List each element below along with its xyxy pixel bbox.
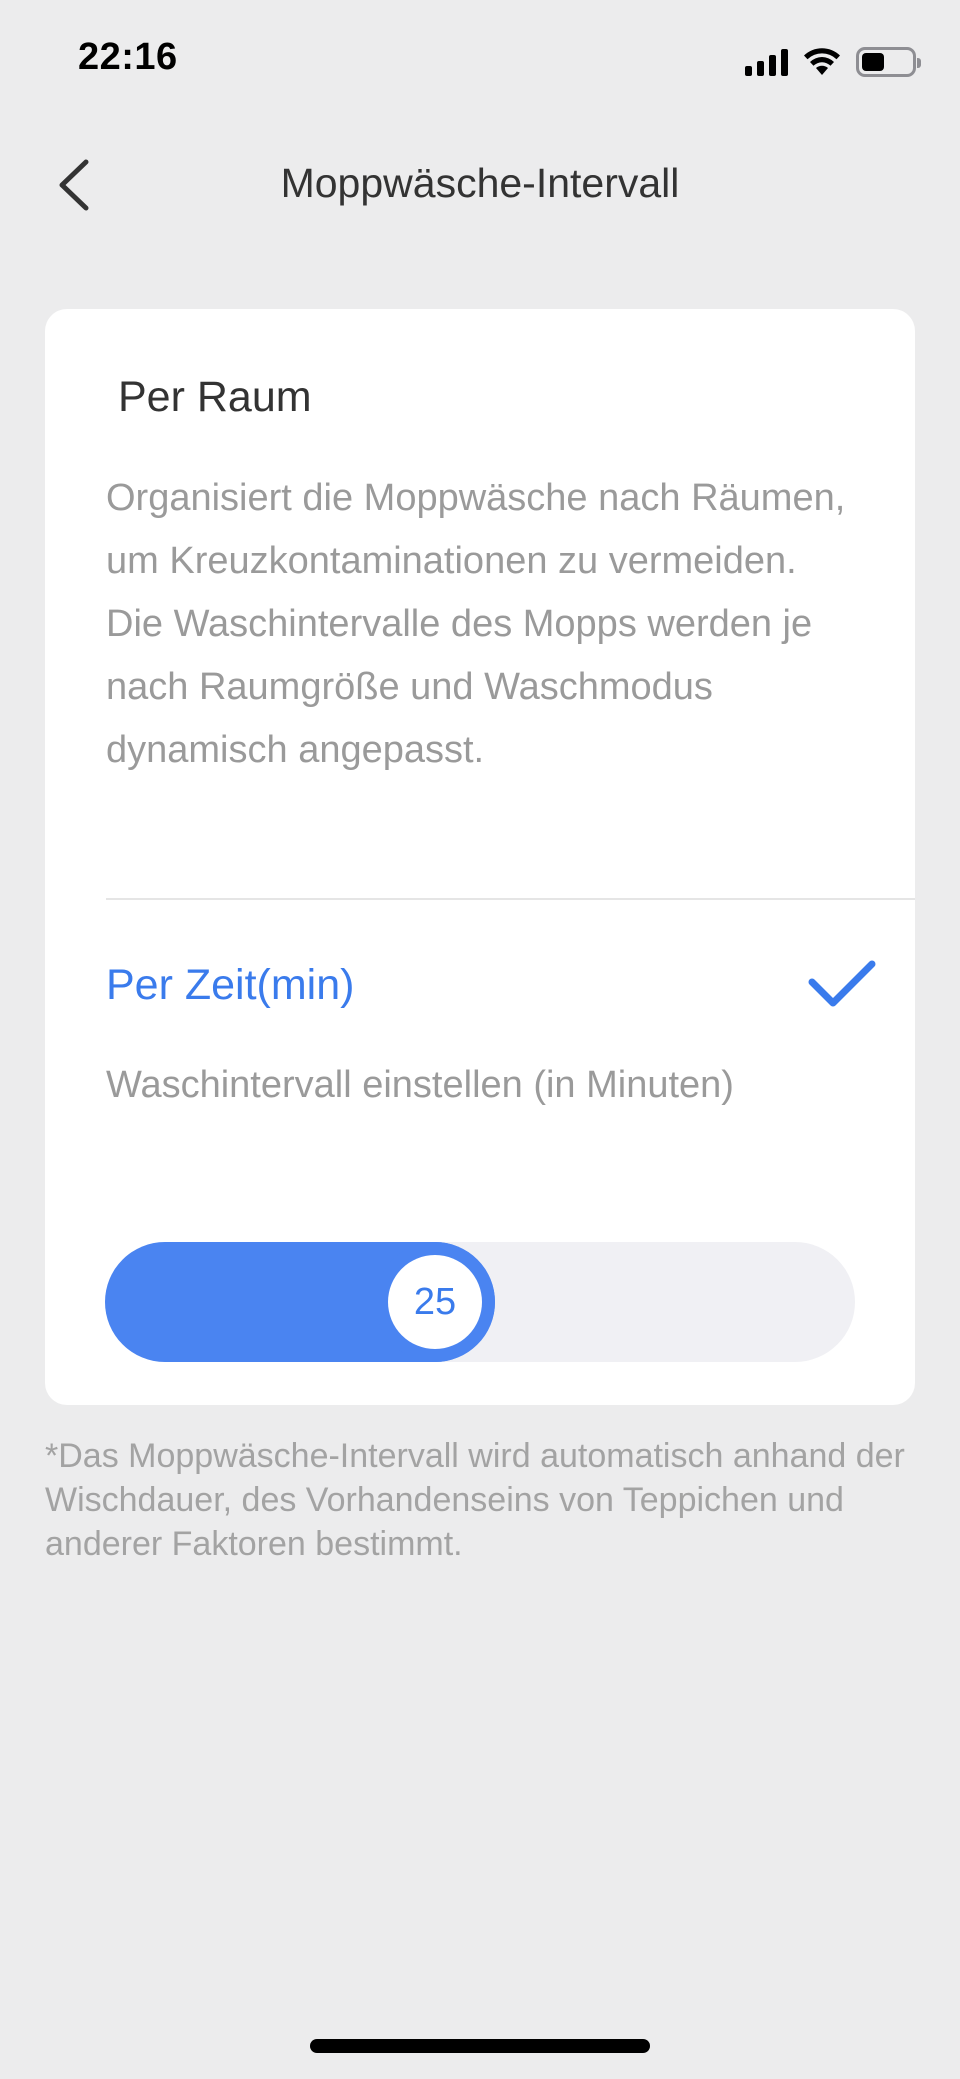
- option-per-zeit-title: Per Zeit(min): [106, 961, 355, 1009]
- battery-icon: [856, 47, 921, 77]
- settings-card: Per Raum Organisiert die Moppwäsche nach…: [45, 309, 915, 1405]
- footnote: *Das Moppwäsche-Intervall wird automatis…: [45, 1437, 905, 1563]
- status-icons: [745, 44, 921, 80]
- wifi-icon: [804, 48, 840, 75]
- divider: [106, 898, 915, 900]
- nav-bar: Moppwäsche-Intervall: [0, 130, 960, 240]
- page-title: Moppwäsche-Intervall: [280, 160, 680, 206]
- slider-thumb[interactable]: 25: [375, 1242, 495, 1362]
- option-per-raum-title: Per Raum: [118, 373, 312, 421]
- checkmark-icon: [808, 960, 876, 1007]
- option-per-raum[interactable]: Per Raum Organisiert die Moppwäsche nach…: [45, 309, 915, 899]
- slider-value: 25: [388, 1255, 482, 1349]
- home-indicator[interactable]: [310, 2039, 650, 2053]
- status-time: 22:16: [78, 36, 178, 78]
- option-per-zeit-description: Waschintervall einstellen (in Minuten): [106, 1064, 734, 1106]
- status-bar: 22:16: [0, 0, 960, 120]
- interval-slider[interactable]: 25: [105, 1242, 855, 1362]
- signal-icon: [745, 48, 788, 76]
- option-per-raum-description: Organisiert die Moppwäsche nach Räumen, …: [106, 477, 846, 771]
